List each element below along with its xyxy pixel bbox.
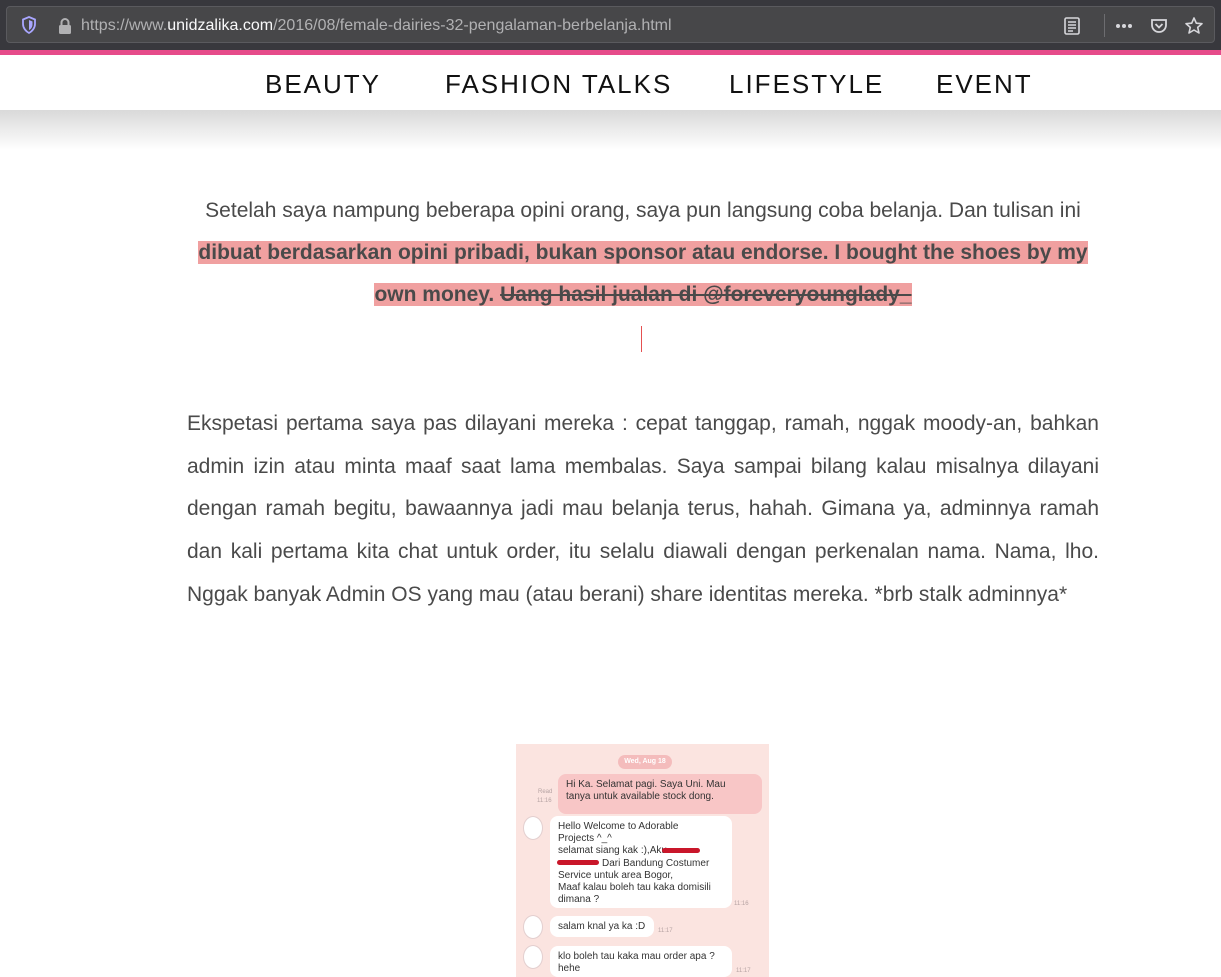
avatar: [523, 915, 543, 939]
article-paragraph-expectation: Ekspetasi pertama saya pas dilayani mere…: [187, 412, 1099, 606]
chat-line: Maaf kalau boleh tau kaka domisili: [558, 882, 711, 894]
browser-toolbar: https://www.unidzalika.com/2016/08/femal…: [0, 0, 1221, 50]
url-host: unidzalika.com: [167, 17, 274, 34]
address-bar[interactable]: https://www.unidzalika.com/2016/08/femal…: [6, 6, 1215, 43]
nav-item-beauty[interactable]: BEAUTY: [265, 55, 381, 110]
site-nav: BEAUTY FASHION TALKS LIFESTYLE EVENT: [0, 55, 1221, 110]
chat-line: tanya untuk available stock dong.: [566, 791, 714, 803]
url-path: /2016/08/female-dairies-32-pengalaman-be…: [273, 17, 672, 34]
more-actions-icon[interactable]: [1114, 16, 1134, 36]
reader-view-icon[interactable]: [1062, 16, 1082, 36]
nav-shadow: [0, 110, 1221, 150]
highlighted-disclaimer: dibuat berdasarkan opini pribadi, bukan …: [198, 241, 1088, 306]
nav-item-lifestyle[interactable]: LIFESTYLE: [729, 55, 884, 110]
strikethrough-text: Uang hasil jualan di @foreveryounglady_: [500, 283, 912, 306]
chat-screenshot-image: Wed, Aug 18 Read 11:16 Hi Ka. Selamat pa…: [516, 744, 769, 977]
redaction-mark: [662, 848, 700, 853]
chat-bubble-incoming: klo boleh tau kaka mau order apa ? hehe: [550, 946, 732, 977]
chat-line: Hello Welcome to Adorable: [558, 821, 679, 832]
intro-text: Setelah saya nampung beberapa opini oran…: [205, 199, 1081, 222]
nav-item-event[interactable]: EVENT: [936, 55, 1033, 110]
url-prefix: https://www.: [81, 17, 168, 34]
chat-bubble-outgoing: Hi Ka. Selamat pagi. Saya Uni. Mau tanya…: [558, 774, 762, 814]
time-label: 11:17: [736, 968, 751, 974]
shield-icon[interactable]: [21, 16, 37, 34]
avatar: [523, 945, 543, 969]
chat-line: Projects ^_^: [558, 833, 612, 845]
toolbar-separator: [1104, 14, 1105, 37]
avatar: [523, 816, 543, 840]
chat-date-pill: Wed, Aug 18: [618, 755, 672, 769]
article-paragraph-intro: Setelah saya nampung beberapa opini oran…: [187, 190, 1099, 316]
bookmark-star-icon[interactable]: [1184, 16, 1204, 36]
chat-line: klo boleh tau kaka mau order apa ?: [558, 951, 715, 962]
lock-icon[interactable]: [57, 17, 73, 35]
chat-line: Service untuk area Bogor,: [558, 869, 674, 881]
chat-bubble-incoming: salam knal ya ka :D: [550, 916, 654, 937]
chat-line: hehe: [558, 963, 581, 975]
time-label: 11:16: [537, 798, 552, 804]
time-label: 11:16: [734, 901, 749, 907]
redaction-mark: [557, 860, 599, 865]
time-label: 11:17: [658, 928, 673, 934]
chat-line: dimana ?: [558, 894, 600, 906]
chat-line: salam knal ya ka :D: [558, 921, 646, 932]
chat-line: Hi Ka. Selamat pagi. Saya Uni. Mau: [566, 779, 726, 790]
read-label: Read: [538, 789, 553, 795]
text-cursor: [641, 326, 642, 352]
nav-item-fashion-talks[interactable]: FASHION TALKS: [445, 55, 672, 110]
pocket-icon[interactable]: [1149, 16, 1169, 36]
url-text[interactable]: https://www.unidzalika.com/2016/08/femal…: [81, 7, 672, 44]
